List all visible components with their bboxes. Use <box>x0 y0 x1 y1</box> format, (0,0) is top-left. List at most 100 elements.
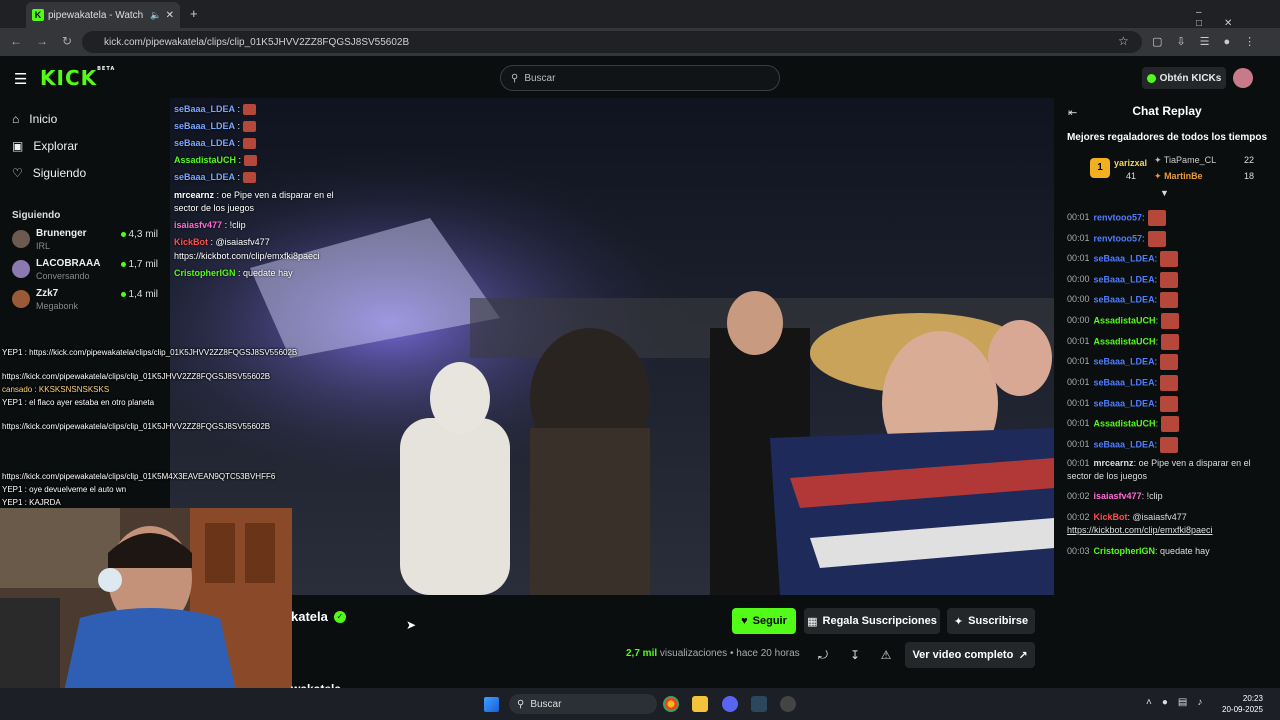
discord-icon[interactable] <box>722 696 738 712</box>
message-text: : <box>1154 398 1158 409</box>
close-tab-icon[interactable]: ✕ <box>166 10 174 21</box>
message-text: : !clip <box>1141 491 1163 501</box>
system-tray-icons[interactable]: ˄●▤♪ <box>1146 697 1212 708</box>
chat-message: 00:01 seBaaa_LDEA: <box>1067 251 1179 267</box>
message-username[interactable]: seBaaa_LDEA <box>1094 356 1155 366</box>
message-username[interactable]: seBaaa_LDEA <box>1094 253 1155 263</box>
message-username[interactable]: AssadistaUCH <box>1094 418 1156 428</box>
sidebar-item-inicio[interactable]: ⌂ Inicio <box>12 112 57 126</box>
nav-buttons[interactable]: ←→↻ <box>10 34 86 48</box>
message-username[interactable]: CristopherIGN <box>1094 546 1156 556</box>
message-timestamp: 00:01 <box>1067 439 1090 450</box>
chat-message: 00:01 renvtooo57: <box>1067 210 1166 226</box>
message-timestamp: 00:00 <box>1067 274 1090 285</box>
start-icon[interactable] <box>484 697 499 712</box>
window-controls[interactable]: –□✕ <box>1196 7 1280 29</box>
following-channel[interactable]: Zzk7 Megabonk 1,4 mil <box>12 286 162 314</box>
message-username[interactable]: seBaaa_LDEA <box>1094 294 1155 304</box>
browser-tab[interactable]: K pipewakatela - Watch clips 🔈 ✕ <box>26 2 180 28</box>
message-timestamp: 00:01 <box>1067 233 1090 244</box>
user-avatar[interactable] <box>1233 68 1253 88</box>
channel-name: Zzk7 <box>36 288 59 299</box>
message-username[interactable]: seBaaa_LDEA <box>1094 377 1155 387</box>
bookmark-star-icon[interactable]: ☆ <box>1118 34 1129 48</box>
chrome-icon[interactable] <box>663 696 679 712</box>
speaker-icon[interactable]: 🔈 <box>150 10 161 21</box>
full-video-button[interactable]: Ver video completo ↗ <box>905 642 1035 668</box>
kick-favicon-icon: K <box>32 9 44 21</box>
message-timestamp: 00:01 <box>1067 458 1090 468</box>
message-username[interactable]: seBaaa_LDEA <box>1094 398 1155 408</box>
following-channel[interactable]: Brunenger IRL 4,3 mil <box>12 226 162 254</box>
emote-image <box>1147 210 1166 226</box>
menu-icon[interactable]: ☰ <box>14 70 27 88</box>
meta-separator: • <box>729 648 734 659</box>
gift-subs-button[interactable]: ▦ Regala Suscripciones <box>804 608 940 634</box>
message-timestamp: 00:02 <box>1067 512 1090 522</box>
emote-image <box>1160 272 1179 288</box>
channel-name: LACOBRAAA <box>36 258 101 269</box>
message-timestamp: 00:01 <box>1067 398 1090 409</box>
sidebar-item-explorar[interactable]: ▣ Explorar <box>12 139 78 153</box>
chat-message: 00:01 seBaaa_LDEA: <box>1067 375 1179 391</box>
follow-button[interactable]: ♥ Seguir <box>732 608 796 634</box>
message-text: : <box>1155 336 1159 347</box>
new-tab-button[interactable]: + <box>190 6 198 21</box>
following-channel[interactable]: LACOBRAAA Conversando 1,7 mil <box>12 256 162 284</box>
message-username[interactable]: KickBot <box>1094 512 1128 522</box>
message-username[interactable]: AssadistaUCH <box>1094 336 1156 346</box>
compass-icon: ▣ <box>12 139 24 153</box>
message-username[interactable]: renvtooo57 <box>1094 212 1143 222</box>
chat-message: 00:02 isaiasfv477: !clip <box>1067 491 1163 501</box>
star-icon: ✦ <box>953 615 964 628</box>
get-kicks-button[interactable]: Obtén KICKs <box>1142 67 1226 89</box>
message-timestamp: 00:01 <box>1067 418 1090 429</box>
full-video-label: Ver video completo <box>912 649 1014 661</box>
taskbar-search[interactable]: ⚲ Buscar <box>509 694 657 714</box>
share-icon[interactable]: ⤾ <box>814 646 832 664</box>
search-input[interactable]: ⚲ Buscar <box>500 65 780 91</box>
chat-message: 00:00 AssadistaUCH: <box>1067 313 1180 329</box>
message-username[interactable]: seBaaa_LDEA <box>1094 439 1155 449</box>
top-gifters-title: Mejores regaladores de todos los tiempos <box>1066 132 1268 143</box>
file-explorer-icon[interactable] <box>692 696 708 712</box>
chat-replay-panel <box>1054 98 1280 688</box>
viewer-count: 1,7 mil <box>120 259 158 270</box>
report-icon[interactable]: ⚠ <box>877 646 895 664</box>
message-username[interactable]: AssadistaUCH <box>1094 315 1156 325</box>
message-text: : <box>1154 274 1158 285</box>
mouse-cursor-icon: ➤ <box>406 618 417 632</box>
subscribe-button[interactable]: ✦ Suscribirse <box>947 608 1035 634</box>
sidebar-item-siguiendo[interactable]: ♡ Siguiendo <box>12 166 86 180</box>
message-text: : @isaiasfv477 <box>1127 512 1187 522</box>
chat-message: 00:01 renvtooo57: <box>1067 231 1166 247</box>
expand-gifters-icon[interactable]: ▼ <box>1160 188 1169 198</box>
steam-icon[interactable] <box>751 696 767 712</box>
chat-message: 00:01 seBaaa_LDEA: <box>1067 396 1179 412</box>
gift-subs-label: Regala Suscripciones <box>822 615 937 627</box>
nav-label: Siguiendo <box>32 166 87 180</box>
emote-image <box>1161 416 1180 432</box>
channel-category: IRL <box>36 241 51 251</box>
message-username[interactable]: seBaaa_LDEA <box>1094 274 1155 284</box>
message-text: : <box>1155 315 1159 326</box>
message-timestamp: 00:03 <box>1067 546 1090 556</box>
url-bar[interactable]: kick.com/pipewakatela/clips/clip_01K5JHV… <box>82 31 1142 53</box>
taskbar-clock[interactable]: 20:23 20-09-2025 <box>1222 693 1263 715</box>
chat-message: 00:00 seBaaa_LDEA: <box>1067 272 1179 288</box>
message-username[interactable]: renvtooo57 <box>1094 233 1143 243</box>
search-icon: ⚲ <box>511 72 519 84</box>
obs-icon[interactable] <box>780 696 796 712</box>
top-gifter-2: ✦ TiaPame_CL 22 <box>1154 155 1254 165</box>
download-icon[interactable]: ↧ <box>846 646 864 664</box>
kick-logo[interactable]: KICKBETA <box>40 66 115 90</box>
message-text: : <box>1155 418 1159 429</box>
message-username[interactable]: isaiasfv477 <box>1094 491 1142 501</box>
taskbar-search-label: Buscar <box>530 698 562 710</box>
browser-toolbar-icons[interactable]: ▢⇩☰●⋮ <box>1152 35 1269 48</box>
viewer-count: 4,3 mil <box>120 229 158 240</box>
message-username[interactable]: mrcearnz <box>1094 458 1134 468</box>
channel-name-heading[interactable]: katela ✓ <box>291 609 346 624</box>
subscribe-label: Suscribirse <box>968 615 1029 627</box>
message-link[interactable]: https://kickbot.com/clip/emxfki8paeci <box>1067 525 1213 535</box>
